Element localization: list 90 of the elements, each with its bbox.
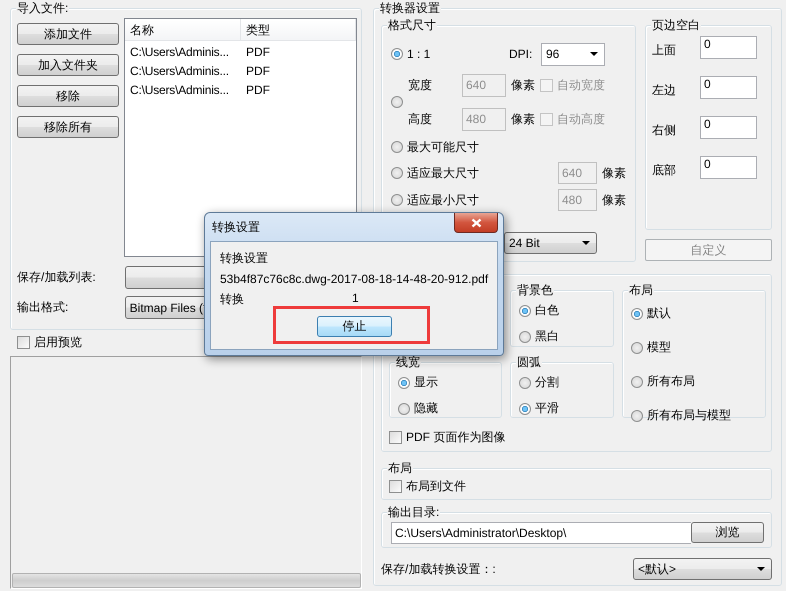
group-title: 转换器设置 [379,1,441,15]
table-cell-text: PDF [245,63,271,80]
file-name: 53b4f87c76c8c.dwg-2017-08-18-14-48-20-912.pdf [220,272,489,286]
color-dropdown[interactable]: 24 Bit [504,232,597,254]
caret-icon [757,567,765,571]
option-label: 隐藏 [414,400,438,417]
field-label: 左边 [652,82,677,99]
option-label: 平滑 [535,400,559,417]
option-label: 所有布局 [647,373,695,390]
field-label: 底部 [652,162,677,179]
margin-field[interactable]: 0 [700,36,757,59]
progress-label: 转换 [220,291,244,308]
radio-button[interactable] [631,308,643,320]
column-header[interactable]: 名称 [125,19,241,41]
option-label: 适应最大尺寸 [407,164,479,182]
option-label: 模型 [647,339,671,356]
radio-button[interactable] [391,141,403,153]
group-title: 背景色 [516,283,554,297]
checkbox[interactable] [17,336,30,349]
group-title: 布局 [387,461,413,475]
table-cell-text: C:\Users\Adminis... [129,82,230,99]
caret-icon [582,241,590,245]
group-title: 格式尺寸 [387,18,437,32]
close-icon [470,218,482,228]
progress-count: 1 [352,291,359,307]
option-label: 黑白 [535,328,559,345]
action-button[interactable]: 移除 [17,85,119,107]
checkbox[interactable] [389,431,402,444]
table-cell-text: PDF [245,82,271,99]
option-label: 最大可能尺寸 [407,138,479,156]
field-label: 右侧 [652,122,677,139]
checkbox-label: 自动宽度 [557,76,605,94]
column-header[interactable]: 类型 [241,19,356,41]
field-label: 上面 [652,42,677,59]
margin-field[interactable]: 0 [700,116,757,139]
radio-button[interactable] [391,48,403,60]
option-label: 适应最小尺寸 [407,192,479,208]
option-label: 默认 [647,305,671,322]
group-title: 页边空白 [651,18,701,32]
dialog-title: 转换设置 [212,218,260,236]
checkbox-label: 启用预览 [34,334,82,351]
unit-label: 像素 [602,192,626,208]
field-label: 保存/加载列表: [17,269,97,286]
unit-label: 像素 [602,164,626,182]
radio-button[interactable] [631,342,643,354]
radio-button[interactable] [398,402,410,414]
radio-button[interactable] [631,376,643,388]
checkbox-label: 布局到文件 [406,478,466,495]
option-label: 所有布局与模型 [647,407,731,424]
path-field[interactable]: C:\Users\Administrator\Desktop\ [391,522,691,544]
margin-field[interactable]: 0 [700,76,757,99]
unit-label: 像素 [511,76,535,94]
field-label: 保存/加载转换设置：: [381,560,496,578]
checkbox-label: 自动高度 [557,110,605,128]
caret-icon [590,52,598,56]
stop-button[interactable]: 停止 [317,316,392,337]
radio-button[interactable] [519,376,531,388]
table-cell-text: C:\Users\Adminis... [129,44,230,61]
radio-button[interactable] [519,330,531,342]
group-title: 输出目录: [387,505,440,519]
radio-button[interactable] [519,304,531,316]
field-label: 输出格式: [17,299,70,316]
action-button[interactable]: 移除所有 [17,116,119,138]
group-title: 导入文件: [16,1,70,15]
table-cell-text: C:\Users\Adminis... [129,63,230,80]
radio-button[interactable] [631,410,643,422]
group-title: 圆弧 [516,355,542,369]
field-label: DPI: [509,47,534,61]
checkbox-label: PDF 页面作为图像 [406,429,506,446]
dialog-heading: 转换设置 [220,250,269,267]
table-cell-text: PDF [245,44,271,61]
radio-button[interactable] [398,376,410,388]
field-label: 高度 [408,110,433,128]
radio-button[interactable] [519,402,531,414]
action-button[interactable]: 加入文件夹 [17,54,119,76]
field-label: 宽度 [408,76,433,94]
group-title: 布局 [628,283,654,297]
option-label: 白色 [535,302,559,319]
checkbox[interactable] [389,480,402,493]
option-label: 显示 [414,374,438,391]
close-button[interactable] [454,213,498,233]
action-button[interactable]: 添加文件 [17,23,119,45]
option-label: 分割 [535,374,559,391]
group-title: 线宽 [395,355,421,369]
browse-button[interactable]: 浏览 [691,522,764,543]
dpi-dropdown[interactable]: 96 [541,42,605,66]
margin-field[interactable]: 0 [700,156,757,179]
option-label: 1 : 1 [407,47,430,61]
settings-dropdown[interactable]: <默认> [633,558,772,580]
unit-label: 像素 [511,110,535,128]
